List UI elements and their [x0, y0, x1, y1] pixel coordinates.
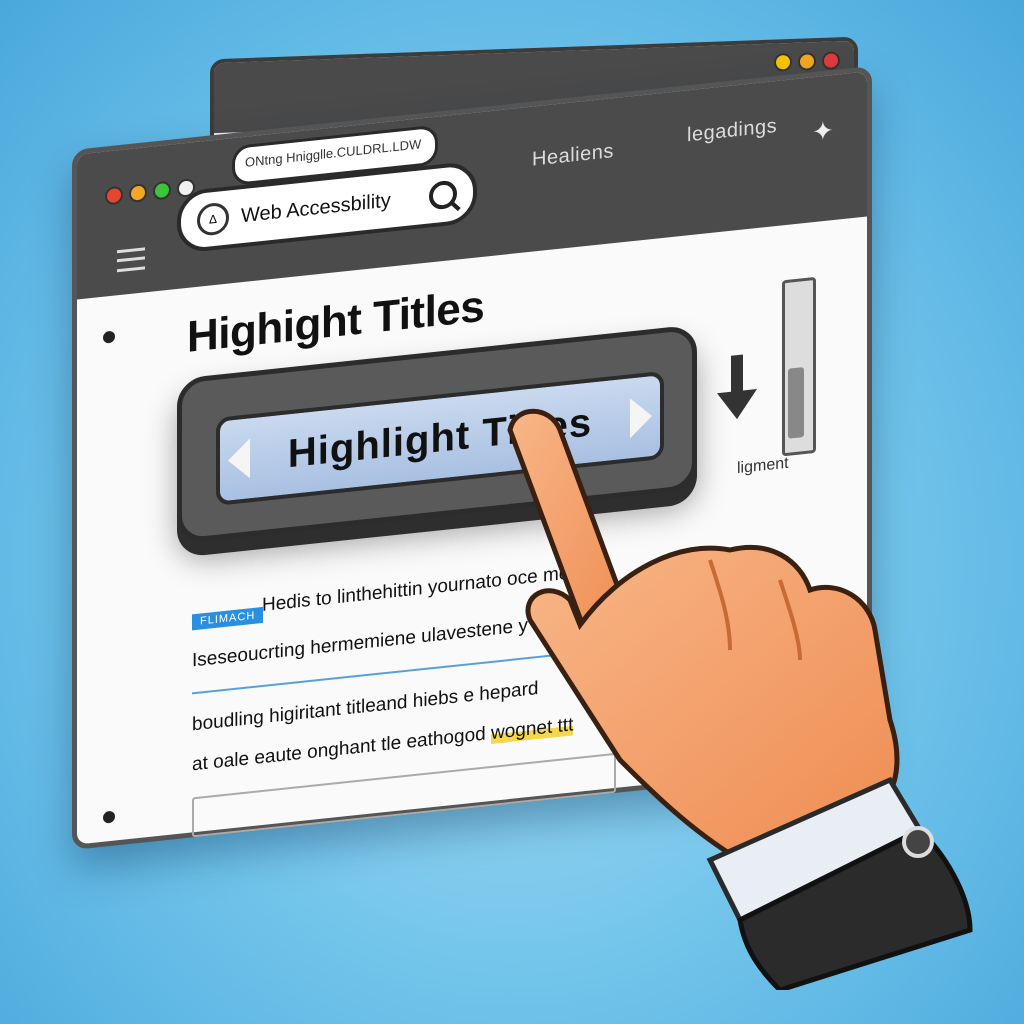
search-input[interactable]: Web Accessbility [241, 185, 429, 228]
search-icon[interactable] [429, 179, 457, 211]
nav-link-healiens[interactable]: Healiens [532, 140, 614, 172]
minimize-window-button[interactable] [129, 183, 147, 204]
site-logo-icon: Δ [197, 201, 229, 237]
window-controls [105, 178, 195, 206]
extensions-puzzle-icon[interactable]: ✦ [812, 115, 834, 148]
nav-link-legadings[interactable]: legadings [687, 115, 777, 147]
maximize-window-button[interactable] [153, 180, 171, 201]
background-traffic-lights [774, 51, 840, 72]
scene: ONtng Hnigglle.CULDRL.LDW Δ Web Accessbi… [0, 0, 1024, 1024]
bg-light-red [822, 51, 840, 70]
left-edge-dot-icon [103, 330, 115, 344]
hamburger-menu-icon[interactable] [117, 247, 145, 273]
bg-light-yellow [774, 52, 792, 72]
bg-light-orange [798, 52, 816, 71]
cufflink-icon [902, 826, 934, 858]
tag-badge: FLIMACH [192, 606, 264, 631]
arrow-left-icon [228, 438, 250, 481]
bottom-left-dot-icon [103, 810, 115, 824]
pointing-hand-icon [507, 408, 973, 990]
close-window-button[interactable] [105, 185, 123, 206]
